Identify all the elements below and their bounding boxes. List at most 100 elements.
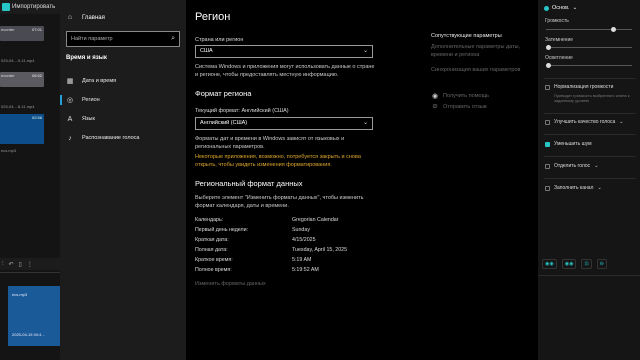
denoise-label: Уменьшить шум [554, 141, 592, 147]
tab-basic[interactable]: Основ. ⌄ [544, 5, 577, 11]
format-row-calendar: Календарь: Gregorian Calendar [195, 217, 339, 223]
tab-basic-label: Основ. [552, 5, 570, 11]
track-timestamp: 2025-04-15 04:4... [12, 332, 45, 337]
volume-slider[interactable] [546, 27, 632, 32]
divider [544, 134, 636, 135]
timeline-ruler [0, 272, 60, 280]
format-value: 5:19:52 AM [292, 267, 319, 273]
country-description: Система Windows и приложения могут испол… [195, 64, 375, 78]
divider [544, 113, 636, 114]
fill-channel-label: Заполнить канал [554, 185, 594, 191]
media-caption: 025-04....9-11.mp4 [1, 58, 35, 63]
format-current-label: Текущий формат: Английский (США) [195, 108, 289, 114]
volume-label: Громкость [545, 18, 569, 24]
get-help-link[interactable]: ◉ Получить помощь [431, 92, 489, 100]
sidebar-item-label: Распознавание голоса [82, 135, 140, 141]
separate-voice-toggle[interactable]: Отделить голос ⌄ [545, 163, 598, 169]
fade-out-slider[interactable] [546, 63, 632, 68]
more-icon[interactable]: ⋮ [27, 261, 33, 268]
sidebar-item-language[interactable]: A Язык [66, 113, 95, 125]
divider [544, 78, 636, 79]
format-value: Tuesday, April 15, 2025 [292, 247, 348, 253]
delete-icon[interactable]: ▯ [19, 261, 22, 268]
format-row-short-time: Краткое время: 5:19 AM [195, 257, 311, 263]
media-name: ecorder [1, 27, 15, 32]
separate-voice-checkbox[interactable] [545, 163, 550, 169]
format-description: Форматы дат и времени в Windows зависят … [195, 136, 345, 150]
normalize-label: Нормализация громкости [554, 84, 614, 90]
feedback-label: Отправить отзыв [443, 103, 487, 110]
audio-caption: ecs.mp3 [1, 148, 17, 153]
track-name: ecs.mp3 [12, 292, 28, 297]
separate-voice-label: Отделить голос [554, 163, 591, 169]
denoise-checkbox[interactable] [545, 141, 550, 147]
fade-out-knob[interactable] [546, 63, 551, 68]
sidebar-item-region[interactable]: ◎ Регион [60, 94, 100, 106]
undo-icon[interactable]: ↶ [9, 261, 14, 268]
calendar-icon: ▦ [66, 78, 74, 85]
sidebar-item-date-time[interactable]: ▦ Дата и время [66, 75, 116, 87]
enhance-voice-label: Улучшить качество голоса [554, 119, 616, 125]
media-thumbnail[interactable]: ecorder 07:01 [0, 26, 44, 41]
media-thumbnail[interactable]: ecorder 06:52 [0, 72, 44, 87]
home-icon: ⌂ [67, 14, 73, 21]
country-value: США [200, 48, 213, 54]
audio-properties-panel: Основ. ⌄ Громкость Затемнение Осветление… [538, 0, 640, 360]
nav-section-title: Время и язык [66, 55, 107, 61]
editor-media-panel: Импортировать ecorder 07:01 025-04....9-… [0, 0, 60, 360]
format-value: Gregorian Calendar [292, 217, 339, 223]
fade-in-slider[interactable] [546, 45, 632, 50]
search-input[interactable]: Найти параметр ⌕ [66, 31, 180, 47]
fade-in-label: Затемнение [545, 37, 574, 43]
nav-home[interactable]: ⌂ Главная [66, 14, 105, 21]
format-row-short-date: Краткая дата: 4/15/2025 [195, 237, 316, 243]
sidebar-item-label: Язык [82, 116, 95, 122]
fill-channel-toggle[interactable]: Заполнить канал ⌄ [545, 185, 602, 191]
format-select[interactable]: Английский (США) ⌄ [195, 117, 373, 130]
format-key: Полная дата: [195, 247, 228, 253]
chevron-down-icon: ⌄ [572, 5, 578, 11]
split-icon[interactable]: ⫶ [2, 261, 4, 268]
format-value: Английский (США) [200, 120, 248, 126]
feedback-link[interactable]: ☺ Отправить отзыв [431, 103, 487, 110]
sidebar-item-label: Регион [82, 97, 100, 103]
media-duration: 07:01 [31, 27, 42, 32]
import-icon[interactable] [2, 3, 10, 11]
speed-icon[interactable]: ◉◉ [542, 259, 557, 269]
enhance-voice-checkbox[interactable] [545, 119, 550, 125]
audio-wave-icon[interactable]: ◉◉ [561, 259, 577, 269]
microphone-icon: ♪ [68, 134, 72, 142]
normalize-toggle[interactable]: Нормализация громкости [545, 84, 613, 90]
timeline-toolbar: ⫶ ↶ ▯ ⋮ [0, 258, 60, 270]
zoom-icon[interactable]: ⊖ [596, 259, 607, 269]
editor-toolbar: Импортировать [0, 0, 60, 14]
format-key: Календарь: [195, 217, 224, 223]
format-row-first-day: Первый день недели: Sunday [195, 227, 310, 233]
additional-settings-link[interactable]: Дополнительные параметры даты, времени и… [431, 43, 531, 59]
data-format-description: Выберите элемент "Изменить форматы данны… [195, 195, 364, 209]
sync-settings-link[interactable]: Синхронизация ваших параметров [431, 66, 531, 74]
fill-channel-checkbox[interactable] [545, 185, 550, 191]
media-duration: 06:52 [31, 73, 42, 78]
chevron-down-icon: ⌄ [619, 119, 624, 125]
format-value: 4/15/2025 [292, 237, 316, 243]
enhance-voice-toggle[interactable]: Улучшить качество голоса ⌄ [545, 119, 624, 125]
timeline-audio-track[interactable]: ecs.mp3 2025-04-15 04:4... [8, 286, 60, 346]
audio-thumbnail[interactable]: 02:56 [0, 114, 44, 144]
sidebar-item-label: Дата и время [82, 78, 117, 84]
change-data-formats-link[interactable]: Изменить форматы данных [195, 281, 266, 287]
import-button[interactable]: Импортировать [12, 4, 55, 10]
snap-icon[interactable]: ⊡ [581, 259, 592, 269]
volume-knob[interactable] [611, 27, 617, 32]
globe-icon: ◎ [66, 97, 74, 104]
fade-in-knob[interactable] [546, 45, 551, 50]
country-select[interactable]: США ⌄ [195, 45, 373, 58]
sidebar-item-speech[interactable]: ♪ Распознавание голоса [66, 132, 139, 144]
chevron-down-icon: ⌄ [594, 163, 599, 169]
format-row-long-time: Полное время: 5:19:52 AM [195, 267, 319, 273]
divider [544, 156, 636, 157]
normalize-checkbox[interactable] [545, 84, 550, 90]
help-icon: ◉ [431, 93, 439, 100]
denoise-toggle[interactable]: Уменьшить шум [545, 141, 592, 147]
search-icon[interactable]: ⌕ [171, 32, 175, 46]
